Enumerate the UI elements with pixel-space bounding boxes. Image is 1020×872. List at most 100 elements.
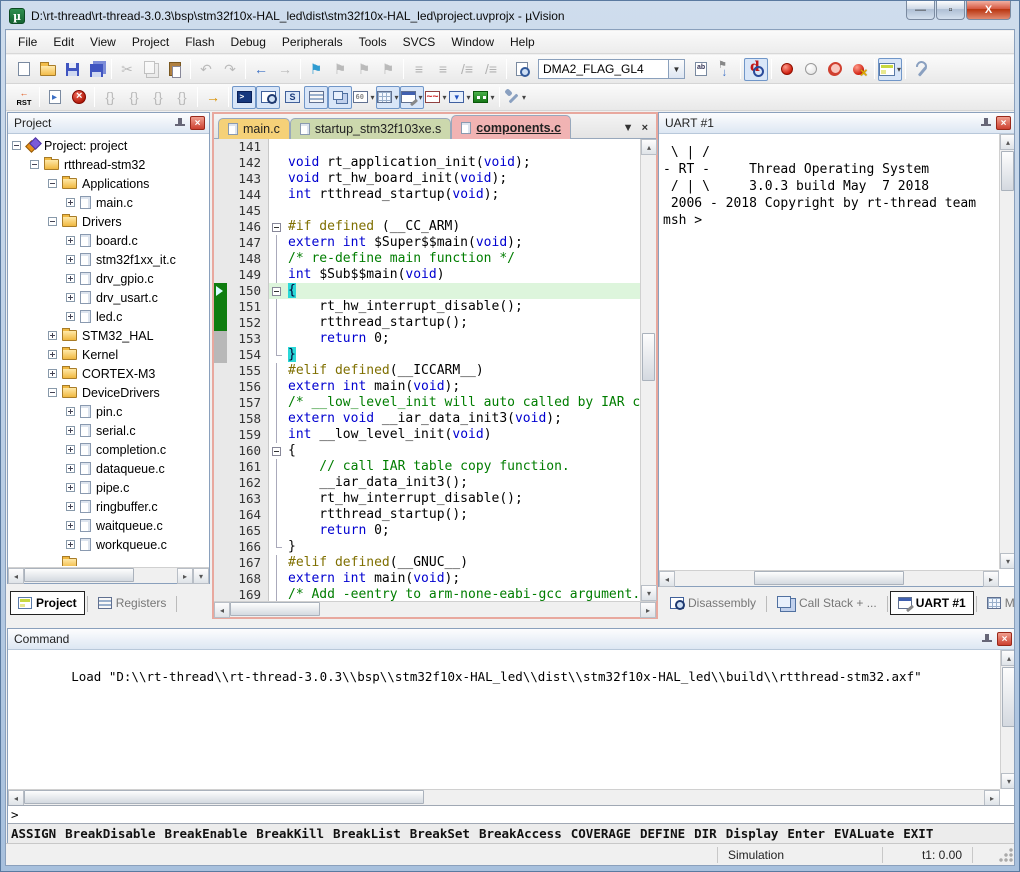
tab-memory-1[interactable]: Memory 1 [979,591,1015,615]
tab-registers[interactable]: Registers [90,591,175,615]
tree-expander-icon[interactable] [48,217,57,226]
tree-item[interactable] [8,554,209,566]
tree-expander-icon[interactable] [48,350,57,359]
stop-execution-button[interactable] [67,86,91,109]
tree-expander-icon[interactable] [48,369,57,378]
tree-expander-icon[interactable] [66,198,75,207]
debug-settings-button[interactable]: ▾ [503,86,527,109]
symbol-window-button[interactable] [280,86,304,109]
restore-button[interactable]: ▫ [936,1,965,20]
kill-all-breakpoints-button[interactable] [847,58,871,81]
tree-item-drv_usart-c[interactable]: drv_usart.c [8,288,209,307]
comment-selection-button[interactable]: /≡ [455,58,479,81]
save-button[interactable] [60,58,84,81]
open-file-button[interactable] [36,58,60,81]
tree-expander-icon[interactable] [66,521,75,530]
unindent-selection-button[interactable]: ≡ [431,58,455,81]
show-next-statement-button[interactable]: → [201,86,225,109]
memory-window-dropdown-icon[interactable]: ▾ [394,93,398,102]
debug-command-coverage[interactable]: COVERAGE [571,826,631,841]
navigate-back-button[interactable]: ← [249,58,273,81]
debug-command-assign[interactable]: ASSIGN [11,826,56,841]
watch-window-dropdown-icon[interactable]: ▾ [370,93,374,102]
debug-command-define[interactable]: DEFINE [640,826,685,841]
tree-item-drv_gpio-c[interactable]: drv_gpio.c [8,269,209,288]
tree-item-kernel[interactable]: Kernel [8,345,209,364]
system-viewer-dropdown-icon[interactable]: ▾ [466,93,470,102]
reset-cpu-button[interactable]: ←RST [12,86,36,109]
run-application-button[interactable] [43,86,67,109]
tree-item-cortex-m3[interactable]: CORTEX-M3 [8,364,209,383]
tree-item-stm32f1xx_it-c[interactable]: stm32f1xx_it.c [8,250,209,269]
tree-item-stm32_hal[interactable]: STM32_HAL [8,326,209,345]
menu-project[interactable]: Project [124,32,177,52]
tree-expander-icon[interactable] [48,331,57,340]
menu-tools[interactable]: Tools [351,32,395,52]
tree-item-workqueue-c[interactable]: workqueue.c [8,535,209,554]
tree-expander-icon[interactable] [66,274,75,283]
close-panel-icon[interactable]: × [190,116,205,130]
command-input[interactable]: > [8,805,1015,823]
minimize-button[interactable]: — [906,1,935,20]
find-in-files-button[interactable] [510,58,534,81]
command-window-button[interactable] [232,86,256,109]
new-file-button[interactable] [12,58,36,81]
menu-flash[interactable]: Flash [177,32,222,52]
fold-collapse-icon[interactable] [272,223,281,232]
redo-button[interactable]: ↷ [218,58,242,81]
uart-terminal[interactable]: \ | / - RT - Thread Operating System / |… [659,134,999,569]
debug-command-breaklist[interactable]: BreakList [333,826,401,841]
menu-debug[interactable]: Debug [223,32,274,52]
uart-vscrollbar[interactable]: ▴ ▾ [999,134,1015,569]
command-vscrollbar[interactable]: ▴ ▾ [1000,650,1015,789]
search-combo-dropdown-icon[interactable]: ▼ [668,59,685,79]
insert-bookmark-button[interactable]: ⚑ [304,58,328,81]
call-stack-window-button[interactable] [328,86,352,109]
tab-uart-1[interactable]: UART #1 [890,591,974,615]
window-layout-button[interactable]: ▾ [878,58,902,81]
copy-button[interactable] [139,58,163,81]
tree-item-ringbuffer-c[interactable]: ringbuffer.c [8,497,209,516]
fold-column[interactable] [269,443,284,459]
tree-item-devicedrivers[interactable]: DeviceDrivers [8,383,209,402]
paste-button[interactable] [163,58,187,81]
insert-remove-breakpoint-button[interactable] [775,58,799,81]
tree-expander-icon[interactable] [66,293,75,302]
code-view[interactable]: 141142void rt_application_init(void);143… [214,139,656,601]
serial-window-button[interactable]: ▾ [400,86,424,109]
project-tree-hscrollbar[interactable]: ◂ ▸▾ [8,567,209,583]
indent-selection-button[interactable]: ≡ [407,58,431,81]
lookup-word-button[interactable] [689,58,713,81]
tab-call-stack-[interactable]: Call Stack + ... [769,591,885,615]
start-stop-debug-button[interactable] [744,58,768,81]
command-output[interactable]: Load "D:\\rt-thread\\rt-thread-3.0.3\\bs… [8,650,1000,789]
search-combo[interactable]: DMA2_FLAG_GL4▼ [538,59,685,79]
tree-expander-icon[interactable] [66,445,75,454]
serial-window-dropdown-icon[interactable]: ▾ [418,93,422,102]
disable-all-breakpoints-button[interactable] [823,58,847,81]
step-over-button[interactable]: {} [122,86,146,109]
fold-column[interactable] [269,283,284,299]
tree-expander-icon[interactable] [66,483,75,492]
fold-collapse-icon[interactable] [272,447,281,456]
step-into-button[interactable]: {} [98,86,122,109]
debug-command-dir[interactable]: DIR [694,826,717,841]
tree-expander-icon[interactable] [12,141,21,150]
tree-item-completion-c[interactable]: completion.c [8,440,209,459]
pin-icon[interactable] [174,117,186,130]
tree-expander-icon[interactable] [30,160,39,169]
window-layout-dropdown-icon[interactable]: ▾ [897,65,901,74]
toolbox-dropdown-icon[interactable]: ▾ [490,93,494,102]
debug-command-breakkill[interactable]: BreakKill [256,826,324,841]
tree-expander-icon[interactable] [66,407,75,416]
configure-target-button[interactable] [909,58,933,81]
tree-item-project-project[interactable]: Project: project [8,136,209,155]
menu-window[interactable]: Window [443,32,502,52]
close-panel-icon[interactable]: × [996,116,1011,130]
tree-expander-icon[interactable] [48,179,57,188]
tree-expander-icon[interactable] [66,502,75,511]
tree-expander-icon[interactable] [66,426,75,435]
tree-item-serial-c[interactable]: serial.c [8,421,209,440]
resize-grip[interactable] [998,847,1014,863]
tree-expander-icon[interactable] [66,255,75,264]
